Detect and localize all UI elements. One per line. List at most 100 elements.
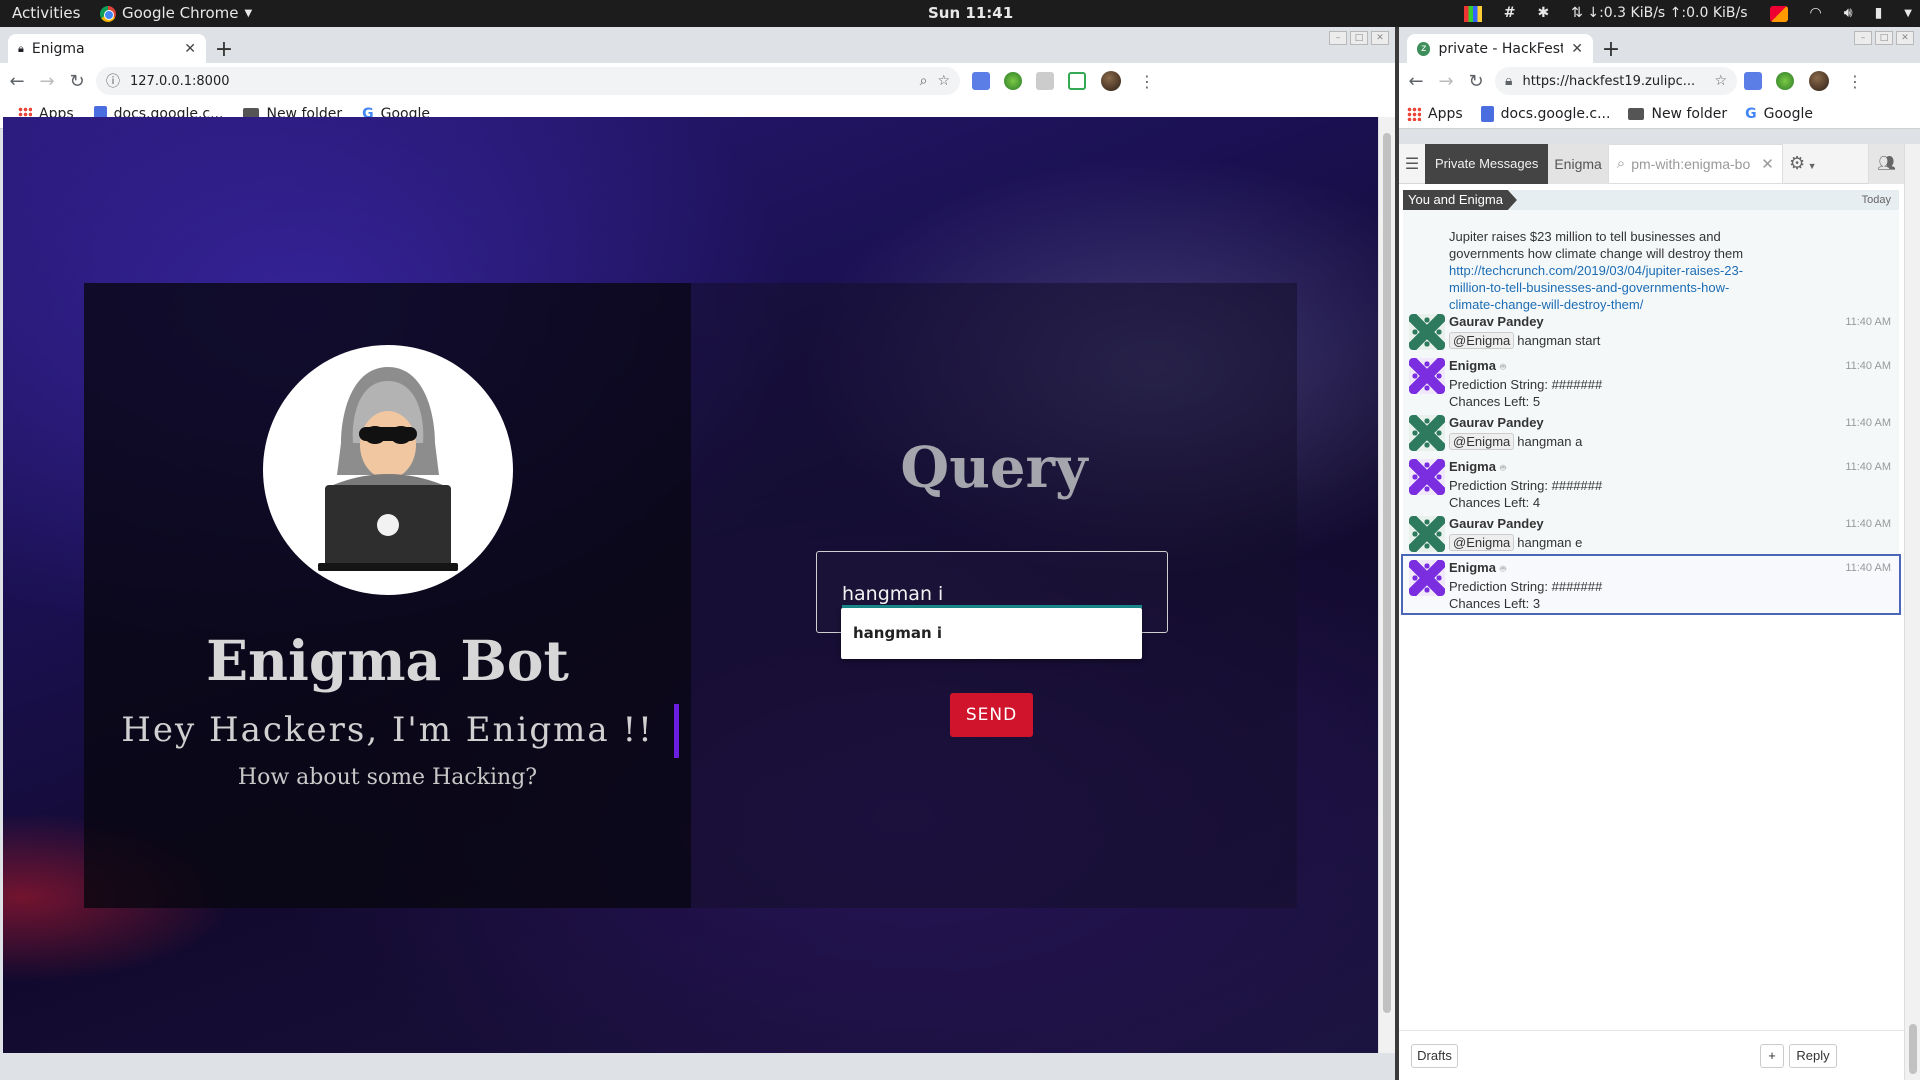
system-monitor-icon[interactable] [1463, 5, 1482, 22]
extension-sheets-icon[interactable] [1068, 72, 1086, 90]
message-content: Prediction String: ####### Chances Left: … [1449, 377, 1603, 409]
new-topic-button[interactable]: + [1760, 1044, 1784, 1068]
sender-name[interactable]: Gaurav Pandey [1449, 314, 1544, 329]
profile-avatar[interactable] [1101, 71, 1121, 91]
menu-kebab-icon[interactable]: ⋮ [1847, 72, 1863, 91]
system-top-bar: Activities Google Chrome ▼ Sun 11:41 # ✱… [0, 0, 1920, 27]
forward-icon[interactable]: → [34, 71, 60, 92]
sender-avatar[interactable] [1409, 516, 1445, 552]
user-mention[interactable]: @Enigma [1449, 433, 1515, 450]
bookmark-star-icon[interactable]: ☆ [1714, 73, 1727, 89]
article-link[interactable]: million-to-tell-businesses-and-governmen… [1449, 279, 1743, 296]
clock[interactable]: Sun 11:41 [928, 0, 1013, 27]
activities-button[interactable]: Activities [12, 0, 80, 27]
typing-cursor [674, 704, 679, 758]
sender-name[interactable]: Gaurav Pandey [1449, 516, 1544, 531]
profile-avatar[interactable] [1809, 71, 1829, 91]
narrow-enigma-tab[interactable]: Enigma [1548, 144, 1608, 184]
message-item[interactable]: Gaurav Pandey 11:40 AM @Enigma hangman a [1403, 411, 1899, 455]
message-content: Jupiter raises $23 million to tell busin… [1449, 229, 1744, 312]
volume-icon[interactable]: 🔊︎ [1844, 0, 1853, 27]
user-mention[interactable]: @Enigma [1449, 332, 1515, 349]
sender-avatar[interactable] [1409, 459, 1445, 495]
message-content: Prediction String: ####### Chances Left: … [1449, 478, 1603, 510]
sender-name[interactable]: Enigma 🤖︎ [1449, 560, 1506, 576]
app-indicator-icon[interactable] [1769, 5, 1788, 22]
settings-gear-icon[interactable]: ⚙ ▼ [1783, 153, 1823, 174]
bookmark-docs[interactable]: docs.google.c... [1480, 105, 1610, 122]
translate-extension-icon[interactable] [972, 72, 990, 90]
zoom-icon[interactable]: ⌕ [920, 73, 928, 89]
recipient-label[interactable]: You and Enigma [1403, 190, 1517, 210]
message-item[interactable]: Gaurav Pandey 11:40 AM @Enigma hangman st… [1403, 310, 1899, 354]
bookmark-apps[interactable]: Apps [1407, 106, 1463, 122]
extension-green-icon[interactable] [1776, 72, 1794, 90]
page-scrollbar[interactable] [1378, 117, 1395, 1053]
new-tab-button[interactable]: + [1598, 38, 1624, 64]
search-icon: ⌕ [1616, 155, 1626, 172]
bookmark-star-icon[interactable]: ☆ [937, 73, 950, 89]
chevron-down-icon[interactable]: ▼ [1904, 0, 1912, 27]
tab-zulip[interactable]: z private - HackFest 19 - Zul ✕ [1407, 34, 1593, 63]
sender-avatar[interactable] [1409, 560, 1445, 596]
close-window-button[interactable]: ✕ [1896, 31, 1914, 45]
tab-enigma[interactable]: 🔒︎ Enigma ✕ [8, 34, 206, 63]
extension-gray-icon[interactable] [1036, 72, 1054, 90]
maximize-button[interactable]: □ [1875, 31, 1893, 45]
message-item[interactable]: Jupiter raises $23 million to tell busin… [1403, 210, 1899, 312]
scrollbar-thumb[interactable] [1383, 133, 1391, 1013]
address-bar[interactable]: ⓘ 127.0.0.1:8000 ⌕ ☆ [96, 67, 960, 95]
article-link[interactable]: http://techcrunch.com/2019/03/04/jupiter… [1449, 262, 1743, 279]
battery-icon[interactable]: ▮ [1875, 0, 1883, 27]
maximize-button[interactable]: □ [1350, 31, 1368, 45]
search-box[interactable]: ⌕ pm-with:enigma-bo ✕ [1607, 144, 1783, 184]
search-input[interactable]: pm-with:enigma-bo [1631, 156, 1755, 172]
bookmarks-bar: Apps docs.google.c... New folder G Google [1399, 99, 1920, 129]
message-item[interactable]: Enigma 🤖︎ 11:40 AM Prediction String: ###… [1403, 354, 1899, 411]
users-icon[interactable]: 👥︎ [1868, 144, 1904, 184]
app-menu[interactable]: Google Chrome ▼ [100, 0, 252, 27]
private-messages-tab[interactable]: Private Messages [1425, 144, 1549, 184]
scrollbar-thumb[interactable] [1909, 1024, 1917, 1074]
close-window-button[interactable]: ✕ [1371, 31, 1389, 45]
send-button[interactable]: SEND [950, 693, 1033, 737]
lock-icon[interactable]: 🔒︎ [1505, 73, 1512, 89]
message-item[interactable]: Gaurav Pandey 11:40 AM @Enigma hangman e [1403, 512, 1899, 556]
close-tab-icon[interactable]: ✕ [1571, 41, 1583, 57]
clear-search-icon[interactable]: ✕ [1761, 155, 1774, 173]
minimize-button[interactable]: – [1854, 31, 1872, 45]
minimize-button[interactable]: – [1329, 31, 1347, 45]
extension-green-icon[interactable] [1004, 72, 1022, 90]
sender-name[interactable]: Gaurav Pandey [1449, 415, 1544, 430]
drafts-button[interactable]: Drafts [1411, 1044, 1458, 1068]
wifi-icon[interactable]: ◠ [1810, 0, 1822, 27]
translate-extension-icon[interactable] [1744, 72, 1762, 90]
sender-avatar[interactable] [1409, 358, 1445, 394]
address-bar[interactable]: 🔒︎ https://hackfest19.zulipc... ☆ [1495, 67, 1737, 95]
new-tab-button[interactable]: + [211, 38, 237, 64]
back-icon[interactable]: ← [1403, 71, 1429, 92]
reply-button[interactable]: Reply [1789, 1044, 1837, 1068]
page-scrollbar[interactable] [1904, 144, 1920, 1080]
sender-avatar[interactable] [1409, 314, 1445, 350]
bookmark-google[interactable]: G Google [1745, 106, 1813, 122]
close-tab-icon[interactable]: ✕ [184, 41, 196, 57]
menu-kebab-icon[interactable]: ⋮ [1139, 72, 1155, 91]
hamburger-menu-icon[interactable]: ☰ [1399, 154, 1425, 174]
back-icon[interactable]: ← [4, 71, 30, 92]
forward-icon[interactable]: → [1433, 71, 1459, 92]
bookmark-new-folder[interactable]: New folder [1628, 106, 1727, 122]
bluetooth-icon[interactable]: ✱ [1537, 0, 1549, 27]
user-mention[interactable]: @Enigma [1449, 534, 1515, 551]
message-item-selected[interactable]: Enigma 🤖︎ 11:40 AM Prediction String: ###… [1401, 554, 1901, 615]
sender-name[interactable]: Enigma 🤖︎ [1449, 459, 1506, 475]
autocomplete-suggestion[interactable]: hangman i [841, 608, 1142, 659]
info-icon[interactable]: ⓘ [106, 71, 120, 91]
reload-icon[interactable]: ↻ [1463, 71, 1489, 92]
sender-avatar[interactable] [1409, 415, 1445, 451]
reload-icon[interactable]: ↻ [64, 71, 90, 92]
sender-name[interactable]: Enigma 🤖︎ [1449, 358, 1506, 374]
message-item[interactable]: Enigma 🤖︎ 11:40 AM Prediction String: ###… [1403, 455, 1899, 512]
slack-icon[interactable]: # [1504, 0, 1516, 27]
recipient-bar[interactable]: You and Enigma Today [1403, 190, 1899, 210]
